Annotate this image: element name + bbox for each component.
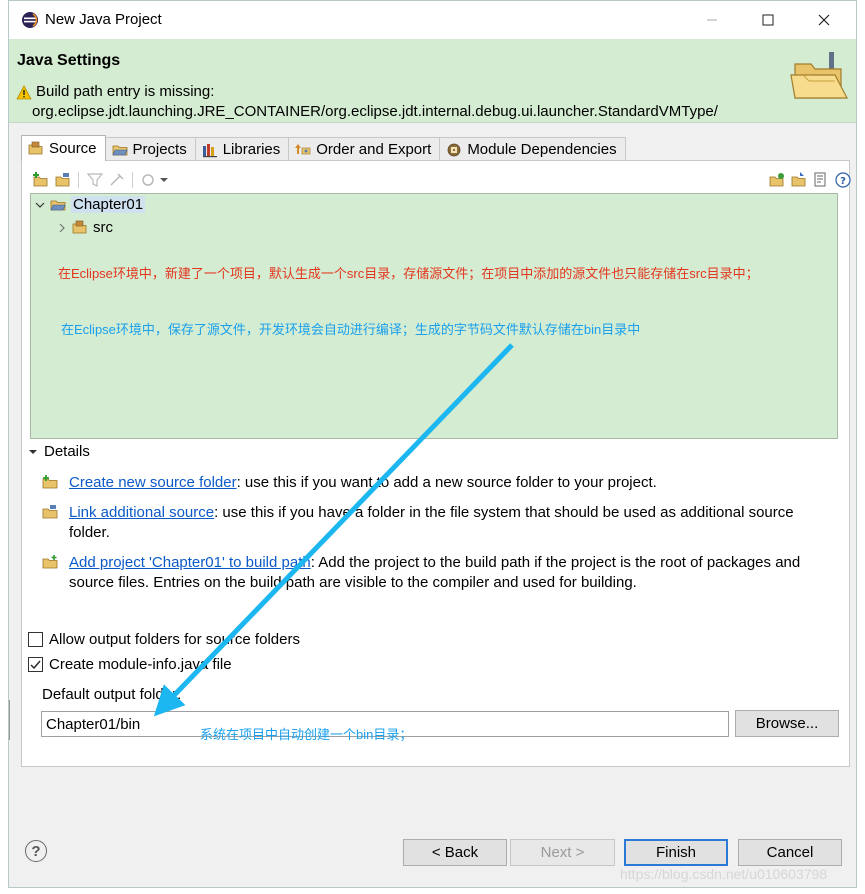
annotation-bin-created: 系统在项目中自动创建一个bin目录；: [200, 727, 413, 742]
watermark: https://blog.csdn.net/u010603798: [620, 866, 828, 882]
tab-source[interactable]: Source: [21, 135, 106, 161]
svg-text:?: ?: [840, 176, 846, 187]
add-folder-icon[interactable]: [32, 171, 50, 189]
eclipse-icon: [22, 12, 38, 28]
warning-message: Build path entry is missing:: [36, 83, 215, 100]
tab-label: Module Dependencies: [467, 141, 617, 158]
link-source-icon: [42, 505, 58, 519]
tab-projects[interactable]: Projects: [104, 137, 196, 161]
tab-label: Libraries: [222, 141, 281, 158]
detail-text: : use this if you want to add a new sour…: [236, 474, 657, 491]
module-icon: [447, 143, 461, 156]
create-module-info-checkbox[interactable]: Create module-info.java file: [28, 656, 232, 673]
warning-icon: [16, 85, 32, 100]
project-folder-icon: [50, 200, 66, 210]
tree-item-project[interactable]: Chapter01: [35, 196, 146, 213]
tab-bar: Source Projects Libraries Order and Expo…: [21, 135, 626, 161]
remove-icon[interactable]: [140, 171, 158, 189]
link-folders-icon[interactable]: [768, 171, 786, 189]
tree-item-src[interactable]: src: [57, 219, 113, 236]
dialog-window: New Java Project Java Settings Build pat…: [8, 0, 857, 888]
finish-button[interactable]: Finish: [624, 839, 728, 866]
details-label: Details: [44, 443, 90, 460]
tab-label: Order and Export: [316, 141, 432, 158]
order-export-icon: [295, 143, 311, 154]
minimize-icon: [707, 19, 717, 21]
browse-button[interactable]: Browse...: [735, 710, 839, 737]
project-name: Chapter01: [71, 196, 146, 213]
add-project-icon: [42, 555, 58, 569]
wizard-header: Java Settings Build path entry is missin…: [9, 39, 856, 123]
help-icon[interactable]: ?: [834, 171, 852, 189]
chevron-down-icon[interactable]: [158, 171, 170, 189]
help-button[interactable]: ?: [25, 840, 47, 862]
maximize-icon: [762, 14, 774, 26]
add-folder-icon: [42, 475, 58, 489]
background-window-edge: [0, 700, 10, 740]
source-tree: Chapter01 src 在Eclipse环境中，新建了一个项目，默认生成一个…: [30, 193, 838, 439]
source-tab-panel: ? Chapter01 src 在Eclipse环境中，新建了一个项目，默认生成…: [21, 160, 851, 767]
src-folder-name: src: [93, 219, 113, 236]
checkbox-box[interactable]: [28, 632, 43, 647]
chevron-down-icon: [29, 449, 37, 454]
tab-label: Source: [49, 140, 97, 157]
minimize-button[interactable]: [689, 5, 735, 35]
edit-filters-icon[interactable]: [86, 171, 104, 189]
maximize-button[interactable]: [745, 5, 791, 35]
configure-icon[interactable]: [108, 171, 126, 189]
link-source-icon[interactable]: [54, 171, 72, 189]
checkbox-label: Create module-info.java file: [49, 656, 232, 673]
libraries-icon: [202, 143, 217, 157]
source-folder-icon: [72, 220, 87, 233]
output-folder-label: Default output folder:: [42, 686, 182, 703]
collapse-folders-icon[interactable]: [790, 171, 808, 189]
allow-output-folders-checkbox[interactable]: Allow output folders for source folders: [28, 631, 300, 648]
folder-wizard-icon: [790, 52, 848, 99]
close-icon: [818, 14, 830, 26]
annotation-src-note: 在Eclipse环境中，新建了一个项目，默认生成一个src目录，存储源文件；在项…: [58, 266, 759, 281]
add-project-build-path-link[interactable]: Add project 'Chapter01' to build path: [69, 554, 311, 571]
back-button[interactable]: < Back: [403, 839, 507, 866]
chevron-right-icon[interactable]: [57, 223, 67, 233]
source-folder-icon: [28, 141, 43, 154]
checkbox-box[interactable]: [28, 657, 43, 672]
close-button[interactable]: [801, 5, 847, 35]
link-additional-source-link[interactable]: Link additional source: [69, 504, 214, 521]
source-toolbar: ?: [30, 169, 851, 193]
warning-message-detail: org.eclipse.jdt.launching.JRE_CONTAINER/…: [32, 103, 718, 120]
title-bar: New Java Project: [9, 1, 856, 39]
projects-icon: [112, 145, 127, 155]
checkbox-label: Allow output folders for source folders: [49, 631, 300, 648]
annotation-bin-note: 在Eclipse环境中，保存了源文件，开发环境会自动进行编译；生成的字节码文件默…: [61, 322, 641, 337]
tab-label: Projects: [132, 141, 187, 158]
properties-icon[interactable]: [812, 171, 830, 189]
tab-libraries[interactable]: Libraries: [194, 137, 290, 161]
next-button[interactable]: Next >: [510, 839, 615, 866]
details-toggle[interactable]: Details: [28, 443, 90, 460]
checkmark-icon: [30, 660, 41, 670]
page-title: Java Settings: [17, 52, 121, 69]
chevron-down-icon[interactable]: [35, 200, 45, 210]
create-source-folder-link[interactable]: Create new source folder: [69, 474, 237, 491]
tab-order-export[interactable]: Order and Export: [288, 137, 441, 161]
tab-module-dependencies[interactable]: Module Dependencies: [439, 137, 626, 161]
cancel-button[interactable]: Cancel: [738, 839, 842, 866]
window-title: New Java Project: [45, 11, 162, 28]
